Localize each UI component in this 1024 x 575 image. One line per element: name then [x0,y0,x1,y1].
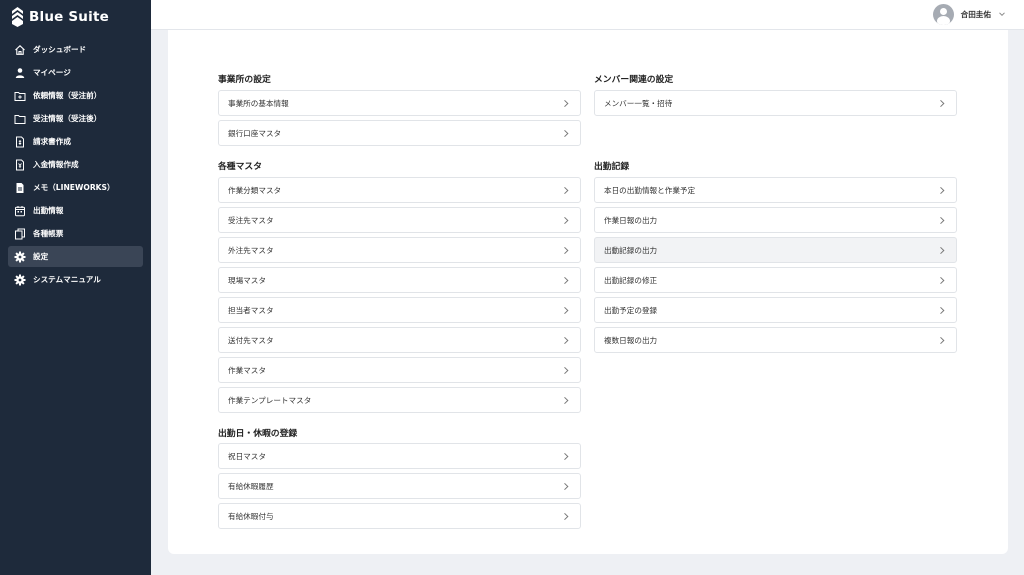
chevron-right-icon [562,216,570,225]
chevron-right-icon [562,452,570,461]
chevron-right-icon [562,512,570,521]
chevron-right-icon [562,276,570,285]
settings-row-label: 有給休暇付与 [228,511,274,521]
sidebar-item-attendance[interactable]: 出勤情報 [8,200,143,221]
settings-row-label: 事業所の基本情報 [228,98,289,108]
settings-row-attendance[interactable]: 出勤予定の登録 [594,297,957,323]
settings-row-label: 祝日マスタ [228,451,266,461]
chevron-right-icon [938,246,946,255]
settings-row-label: 送付先マスタ [228,335,274,345]
settings-row-label: 本日の出勤情報と作業予定 [604,185,696,195]
sidebar-item-manual[interactable]: システムマニュアル [8,269,143,290]
chevron-right-icon [562,482,570,491]
settings-row-label: 外注先マスタ [228,245,274,255]
calendar-icon [14,205,26,217]
settings-row-office[interactable]: 事業所の基本情報 [218,90,581,116]
user-name: 合田圭佑 [960,9,991,19]
settings-row-masters[interactable]: 現場マスタ [218,267,581,293]
top-bar: 合田圭佑 [151,0,1024,30]
chevron-right-icon [938,186,946,195]
section-title-masters: 各種マスタ [218,162,262,172]
chevron-right-icon [938,336,946,345]
sidebar-item-invoice[interactable]: 請求書作成 [8,131,143,152]
chevron-right-icon [938,306,946,315]
settings-row-members[interactable]: メンバー一覧・招待 [594,90,957,116]
settings-row-masters[interactable]: 受注先マスタ [218,207,581,233]
logo-mark-icon [12,7,23,27]
person-icon [14,67,26,79]
user-menu[interactable]: 合田圭佑 [932,3,1006,25]
section-title-attendance: 出勤記録 [594,162,630,172]
settings-row-attendance[interactable]: 作業日報の出力 [594,207,957,233]
chevron-right-icon [938,276,946,285]
chevron-right-icon [562,396,570,405]
invoice-icon [14,136,26,148]
chevron-right-icon [562,246,570,255]
settings-row-label: 受注先マスタ [228,215,274,225]
settings-row-masters[interactable]: 担当者マスタ [218,297,581,323]
chevron-right-icon [562,99,570,108]
settings-row-masters[interactable]: 作業分類マスタ [218,177,581,203]
chevron-right-icon [562,129,570,138]
settings-row-attendance[interactable]: 複数日報の出力 [594,327,957,353]
payment-icon [14,159,26,171]
app-logo[interactable]: Blue Suite [12,7,109,27]
settings-row-label: 作業マスタ [228,365,266,375]
settings-row-label: メンバー一覧・招待 [604,98,673,108]
settings-row-label: 複数日報の出力 [604,335,658,345]
settings-row-label: 作業分類マスタ [228,185,282,195]
sidebar-item-payment[interactable]: 入金情報作成 [8,154,143,175]
settings-row-holidays[interactable]: 祝日マスタ [218,443,581,469]
sidebar-item-memo[interactable]: メモ（LINEWORKS） [8,177,143,198]
sidebar-item-orders[interactable]: 受注情報（受注後） [8,108,143,129]
sidebar-item-settings[interactable]: 設定 [8,246,143,267]
settings-row-masters[interactable]: 送付先マスタ [218,327,581,353]
section-title-holidays: 出勤日・休暇の登録 [218,429,298,439]
settings-row-attendance[interactable]: 出勤記録の修正 [594,267,957,293]
settings-row-holidays[interactable]: 有給休暇履歴 [218,473,581,499]
settings-row-label: 有給休暇履歴 [228,481,274,491]
home-icon [14,44,26,56]
folder-plus-icon [14,90,26,102]
sidebar: Blue Suite ダッシュボード マイページ 依頼情報（受注前） 受注情報（… [0,0,151,575]
sidebar-item-dashboard[interactable]: ダッシュボード [8,39,143,60]
settings-row-label: 現場マスタ [228,275,266,285]
settings-row-label: 出勤記録の修正 [604,275,658,285]
settings-row-label: 作業日報の出力 [604,215,658,225]
chevron-right-icon [938,99,946,108]
settings-row-office[interactable]: 銀行口座マスタ [218,120,581,146]
settings-row-label: 銀行口座マスタ [228,128,282,138]
sidebar-nav: ダッシュボード マイページ 依頼情報（受注前） 受注情報（受注後） 請求書作成 [0,39,151,292]
settings-row-label: 担当者マスタ [228,305,274,315]
settings-panel: 事業所の設定 事業所の基本情報 銀行口座マスタ 各種マスタ 作業分類マスタ 受注先マ… [168,30,1008,554]
settings-row-masters[interactable]: 作業マスタ [218,357,581,383]
settings-row-attendance[interactable]: 本日の出勤情報と作業予定 [594,177,957,203]
settings-row-label: 作業テンプレートマスタ [228,395,312,405]
settings-row-label: 出勤予定の登録 [604,305,658,315]
chevron-right-icon [938,216,946,225]
settings-row-masters[interactable]: 作業テンプレートマスタ [218,387,581,413]
sidebar-item-requests[interactable]: 依頼情報（受注前） [8,85,143,106]
chevron-right-icon [562,186,570,195]
folder-icon [14,113,26,125]
gear-icon [14,251,26,263]
chevron-right-icon [562,306,570,315]
settings-row-masters[interactable]: 外注先マスタ [218,237,581,263]
sidebar-item-mypage[interactable]: マイページ [8,62,143,83]
section-title-office: 事業所の設定 [218,75,271,85]
gear-icon [14,274,26,286]
copy-icon [14,228,26,240]
settings-row-label: 出動記録の出力 [604,245,658,255]
settings-row-holidays[interactable]: 有給休暇付与 [218,503,581,529]
avatar [932,3,954,25]
chevron-right-icon [562,366,570,375]
document-icon [14,182,26,194]
section-title-members: メンバー関連の設定 [594,75,674,85]
app-name: Blue Suite [29,9,109,25]
settings-row-attendance[interactable]: 出動記録の出力 [594,237,957,263]
chevron-right-icon [562,336,570,345]
sidebar-item-forms[interactable]: 各種帳票 [8,223,143,244]
chevron-down-icon [998,10,1006,18]
